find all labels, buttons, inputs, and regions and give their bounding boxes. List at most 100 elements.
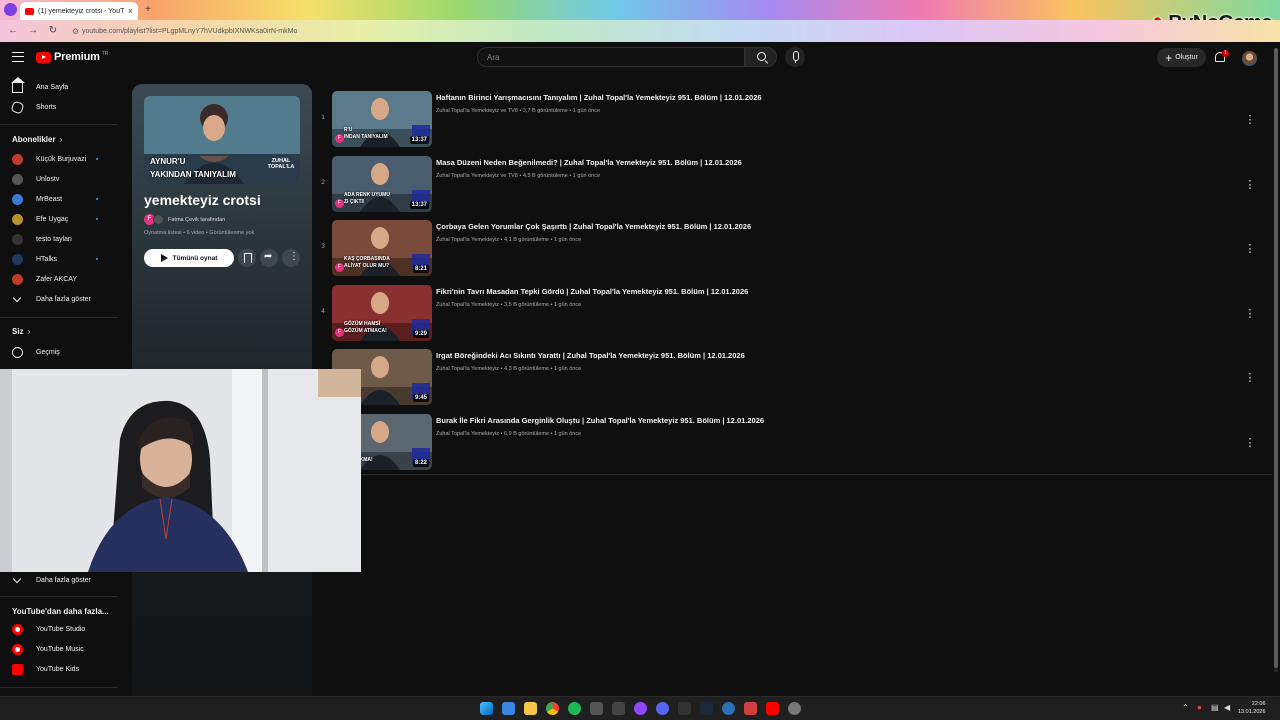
- site-info-icon[interactable]: ⚙: [72, 27, 82, 36]
- video-duration: 8:21: [412, 265, 429, 273]
- sidebar-item-history[interactable]: Geçmiş: [0, 342, 118, 362]
- video-thumbnail[interactable]: GÖZÜM HAMSİ GÖZÜM ATMACA! F 9:29: [332, 285, 432, 341]
- sidebar-show-more[interactable]: Daha fazla göster: [0, 289, 118, 309]
- sidebar-item-youtube-kids[interactable]: YouTube Kids: [0, 659, 118, 679]
- app-icon[interactable]: [744, 702, 757, 715]
- video-metadata: Zuhal Topal'la Yemekteyiz • 3,5 B görünt…: [436, 302, 581, 308]
- video-title[interactable]: Çorbaya Gelen Yorumlar Çok Şaşırttı | Zu…: [436, 222, 751, 231]
- video-more-icon[interactable]: ⋮: [1244, 371, 1256, 384]
- app-icon[interactable]: [612, 702, 625, 715]
- tab-close-icon[interactable]: ×: [128, 6, 133, 16]
- playlist-video-row[interactable]: 1 R'U INDAN TANIYALIM F 13:37 Haftanın Birinc…: [316, 91, 1266, 151]
- volume-icon[interactable]: ◀: [1224, 703, 1230, 712]
- sidebar-item-subscription[interactable]: Zafer AKCAY: [0, 269, 118, 289]
- channel-name[interactable]: Zuhal Topal'la Yemekteyiz ve TV8: [436, 173, 518, 179]
- upload-age: 1 gün önce: [553, 366, 582, 372]
- address-bar[interactable]: ⚙ youtube.com/playlist?list=PLgpMLnyY7hV…: [66, 24, 1186, 39]
- reload-icon[interactable]: ↻: [46, 24, 60, 38]
- playlist-owner[interactable]: F Fatma Çevik tarafından: [144, 214, 225, 225]
- app-icon[interactable]: [590, 702, 603, 715]
- back-icon[interactable]: ←: [6, 24, 20, 38]
- forward-icon[interactable]: →: [26, 24, 40, 38]
- sidebar-item-youtube-music[interactable]: YouTube Music: [0, 639, 118, 659]
- channel-name[interactable]: Zuhal Topal'la Yemekteyiz ve TV8: [436, 108, 518, 114]
- video-more-icon[interactable]: ⋮: [1244, 307, 1256, 320]
- video-title[interactable]: Fikri'nin Tavrı Masadan Tepki Gördü | Zu…: [436, 287, 748, 296]
- video-more-icon[interactable]: ⋮: [1244, 242, 1256, 255]
- chevron-down-icon: [12, 574, 22, 583]
- menu-icon[interactable]: [12, 52, 24, 62]
- widgets-icon[interactable]: [502, 702, 515, 715]
- video-title[interactable]: Burak İle Fikri Arasında Gerginlik Oluşt…: [436, 416, 764, 425]
- account-avatar[interactable]: [1242, 51, 1257, 66]
- playlist-video-row[interactable]: 6NA SOKMA!F8:22Burak İle Fikri Arasında …: [316, 414, 1266, 474]
- video-more-icon[interactable]: ⋮: [1244, 113, 1256, 126]
- sidebar-divider: [0, 687, 118, 688]
- channel-name[interactable]: Zuhal Topal'la Yemekteyiz: [436, 237, 499, 243]
- browser-logo-icon[interactable]: [4, 3, 17, 16]
- sidebar-item-shorts[interactable]: Shorts: [0, 97, 118, 117]
- share-icon[interactable]: [260, 249, 278, 267]
- start-menu-icon[interactable]: [480, 702, 493, 715]
- spotify-icon[interactable]: [568, 702, 581, 715]
- create-button[interactable]: + Oluştur: [1157, 48, 1206, 67]
- youtube-app-icon[interactable]: [766, 702, 779, 715]
- more-from-youtube-heading: YouTube'dan daha fazla...: [12, 607, 109, 616]
- twitch-icon[interactable]: [634, 702, 647, 715]
- app-icon[interactable]: [678, 702, 691, 715]
- sidebar-item-subscription[interactable]: HTalks: [0, 249, 118, 269]
- channel-name[interactable]: Zuhal Topal'la Yemekteyiz: [436, 431, 499, 437]
- youtube-logo[interactable]: Premium TR: [36, 51, 108, 63]
- sidebar-item-subscription[interactable]: MrBeast: [0, 189, 118, 209]
- logo-text: Premium: [54, 51, 100, 63]
- sidebar-item-subscription[interactable]: Küçük Burjuvazi: [0, 149, 118, 169]
- you-heading[interactable]: Siz ›: [12, 327, 30, 336]
- microphone-tray-icon[interactable]: ●: [1197, 703, 1202, 712]
- sidebar-item-label: Ana Sayfa: [36, 83, 69, 91]
- video-title[interactable]: Haftanın Birinci Yarışmacısını Tanıyalım…: [436, 93, 762, 102]
- discord-icon[interactable]: [656, 702, 669, 715]
- save-playlist-icon[interactable]: [238, 249, 256, 267]
- playlist-video-row[interactable]: 2 ADA RENK UYUMU ZI ÇIKTI! F 13:37 Masa Düzen…: [316, 156, 1266, 216]
- video-more-icon[interactable]: ⋮: [1244, 178, 1256, 191]
- sidebar-item-subscription[interactable]: Efe Uygaç: [0, 209, 118, 229]
- app-icon[interactable]: [722, 702, 735, 715]
- new-tab-button[interactable]: +: [142, 4, 154, 16]
- playlist-video-row[interactable]: 4 GÖZÜM HAMSİ GÖZÜM ATMACA! F 9:29 Fikri'nin …: [316, 285, 1266, 345]
- sidebar-item-subscription[interactable]: Unlostv: [0, 169, 118, 189]
- playlist-thumbnail[interactable]: AYNUR'U YAKINDAN TANIYALIM ZUHAL TOPAL'L…: [144, 96, 300, 184]
- search-button[interactable]: [745, 47, 777, 67]
- playlist-video-row[interactable]: 5ACISIYAKTI!F9:45Irgat Böreğindeki Acı S…: [316, 349, 1266, 409]
- network-icon[interactable]: ▤: [1211, 703, 1219, 712]
- sidebar-item-label: YouTube Kids: [36, 665, 80, 673]
- search-icon: [757, 52, 766, 61]
- video-thumbnail[interactable]: KAŞ ÇORBASINDA ALİYAT OLUR MU? F 8:21: [332, 220, 432, 276]
- channel-name[interactable]: Zuhal Topal'la Yemekteyiz: [436, 302, 499, 308]
- steam-icon[interactable]: [700, 702, 713, 715]
- sidebar-show-more[interactable]: Daha fazla göster: [0, 570, 118, 590]
- system-clock[interactable]: 22:06 13.01.2026: [1238, 700, 1266, 716]
- playlist-video-row[interactable]: 3 KAŞ ÇORBASINDA ALİYAT OLUR MU? F 8:21 Çorba…: [316, 220, 1266, 280]
- channel-name[interactable]: Zuhal Topal'la Yemekteyiz: [436, 366, 499, 372]
- video-thumbnail[interactable]: R'U INDAN TANIYALIM F 13:37: [332, 91, 432, 147]
- video-more-icon[interactable]: ⋮: [1244, 436, 1256, 449]
- voice-search-icon[interactable]: [785, 47, 805, 67]
- video-title[interactable]: Masa Düzeni Neden Beğenilmedi? | Zuhal T…: [436, 158, 742, 167]
- video-title[interactable]: Irgat Böreğindeki Acı Sıkıntı Yarattı | …: [436, 351, 745, 360]
- sidebar-item-subscription[interactable]: testo taylan: [0, 229, 118, 249]
- search-input[interactable]: Ara: [477, 47, 745, 67]
- play-all-button[interactable]: Tümünü oynat: [144, 249, 234, 267]
- settings-icon[interactable]: [788, 702, 801, 715]
- more-actions-icon[interactable]: [282, 249, 300, 267]
- chrome-icon[interactable]: [546, 702, 559, 715]
- sidebar-item-home[interactable]: Ana Sayfa: [0, 76, 118, 97]
- video-thumbnail[interactable]: ADA RENK UYUMU ZI ÇIKTI! F 13:37: [332, 156, 432, 212]
- tray-chevron-icon[interactable]: ⌃: [1182, 703, 1189, 712]
- scrollbar-thumb[interactable]: [1274, 48, 1278, 668]
- subscriptions-heading[interactable]: Abonelikler ›: [12, 135, 62, 144]
- page-scrollbar[interactable]: [1274, 48, 1278, 672]
- file-explorer-icon[interactable]: [524, 702, 537, 715]
- browser-tab[interactable]: (1) yemekteyiz crotsi - YouTube ×: [20, 2, 138, 20]
- sidebar-item-youtube-studio[interactable]: YouTube Studio: [0, 619, 118, 639]
- owner-name: Fatma Çevik tarafından: [168, 216, 226, 223]
